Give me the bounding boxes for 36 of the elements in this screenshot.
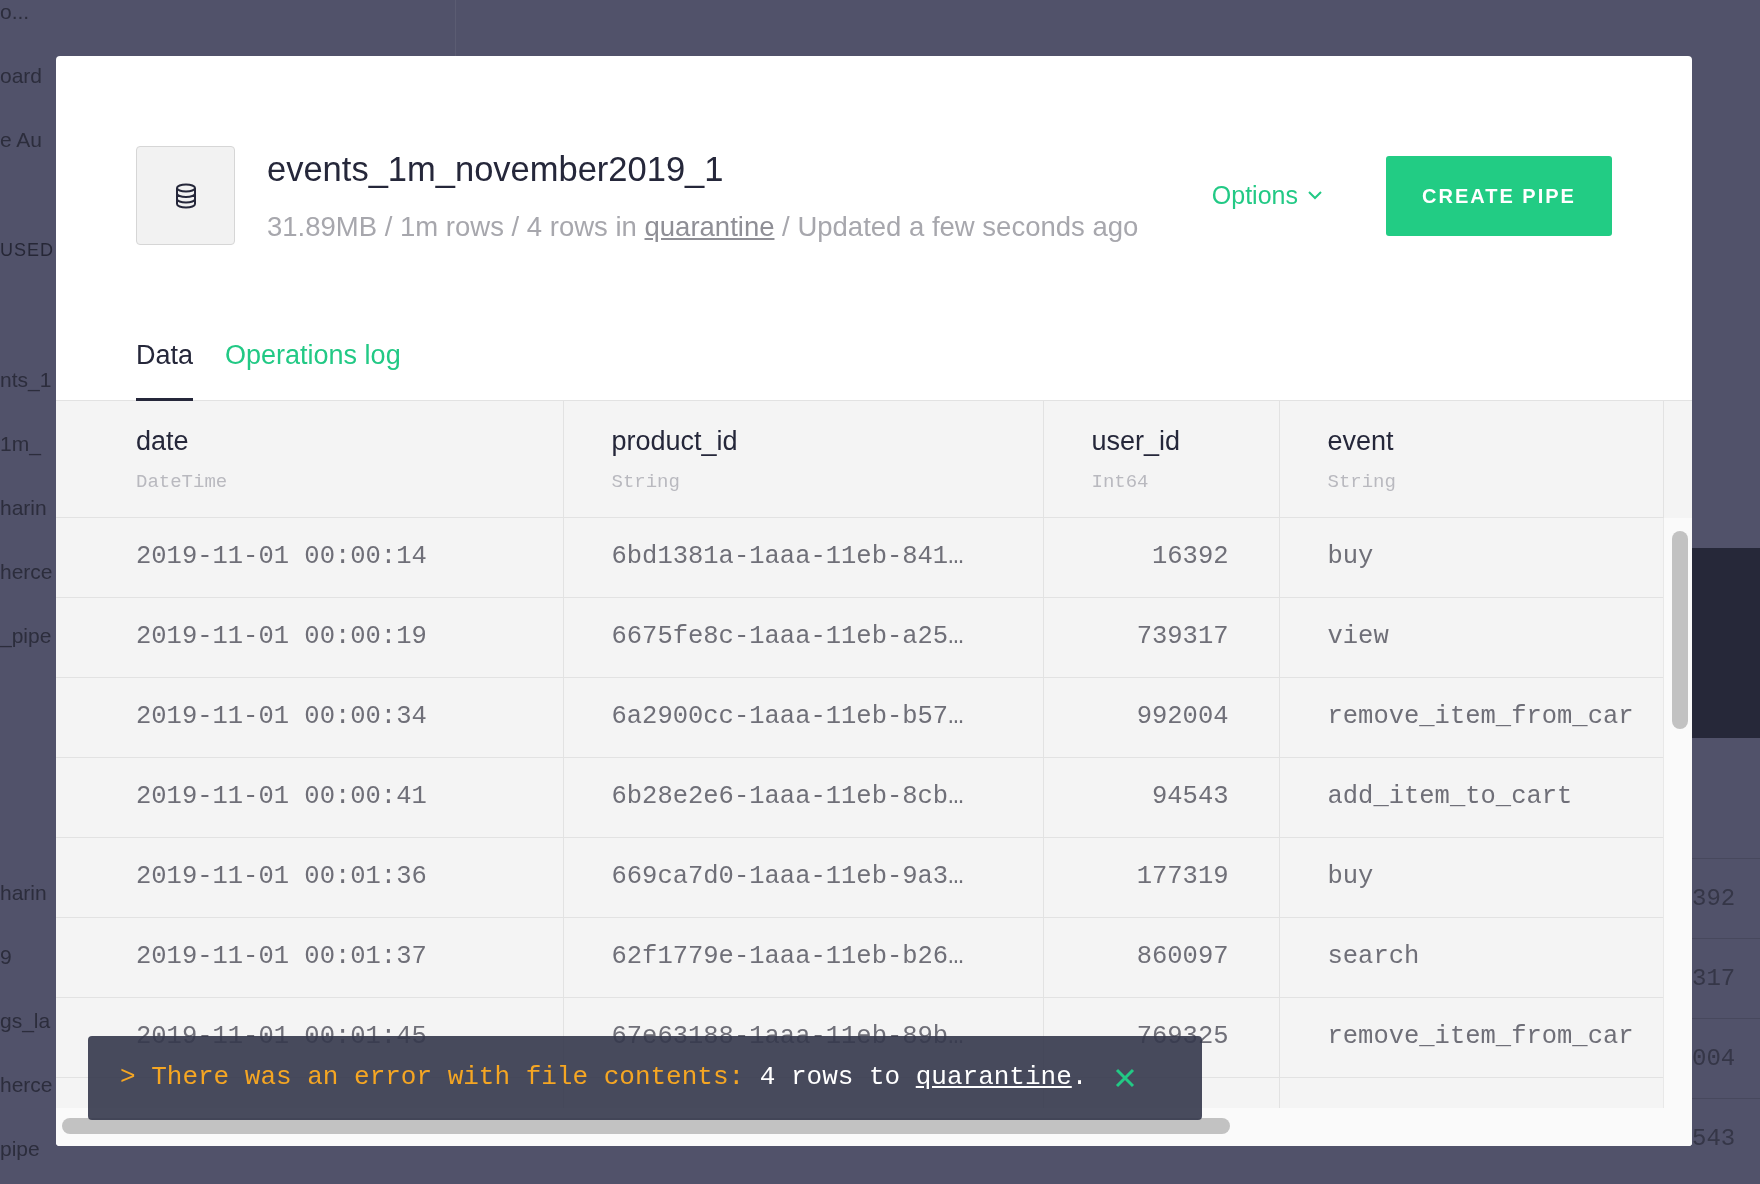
column-type: DateTime: [136, 469, 229, 495]
table-cell: 669ca7d0-1aaa-11eb-9a3…: [563, 837, 1043, 918]
table-cell: 2019-11-01 00:00:34: [56, 677, 563, 758]
column-header: user_id: [1091, 425, 1182, 459]
table-cell: 6b28e2e6-1aaa-11eb-8cb…: [563, 757, 1043, 838]
table-cell: 6a2900cc-1aaa-11eb-b57…: [563, 677, 1043, 758]
table-cell: 62f1779e-1aaa-11eb-b26…: [563, 917, 1043, 998]
table-cell: 2019-11-01 00:00:41: [56, 757, 563, 838]
table-cell: 739317: [1043, 597, 1279, 678]
column-header: date: [136, 425, 190, 459]
datasource-title: events_1m_november2019_1: [267, 149, 725, 190]
table-cell: 177319: [1043, 837, 1279, 918]
table-cell: 2019-11-01 00:00:19: [56, 597, 563, 678]
table-cell: 2019-11-01 00:01:36: [56, 837, 563, 918]
column-type: String: [611, 469, 681, 495]
database-icon: [136, 146, 235, 245]
table-cell: 16392: [1043, 517, 1279, 598]
table-cell: 992004: [1043, 677, 1279, 758]
table-cell: 6bd1381a-1aaa-11eb-841…: [563, 517, 1043, 598]
chevron-down-icon: [1308, 191, 1322, 200]
column-header: event: [1327, 425, 1395, 459]
column-header: product_id: [611, 425, 739, 459]
vertical-scrollbar[interactable]: [1672, 530, 1688, 729]
tab[interactable]: Operations log: [225, 335, 401, 401]
table-cell: 860097: [1043, 917, 1279, 998]
datasource-meta: 31.89MB / 1m rows / 4 rows in quarantine / Updated a few seconds ago: [267, 209, 1140, 244]
column-type: String: [1327, 469, 1397, 495]
quarantine-link[interactable]: quarantine: [644, 210, 775, 242]
table-cell: 94543: [1043, 757, 1279, 838]
close-icon[interactable]: [1115, 1067, 1136, 1088]
table-cell: 2019-11-01 00:01:37: [56, 917, 563, 998]
options-dropdown[interactable]: Options: [1211, 176, 1322, 215]
create-pipe-button[interactable]: CREATE PIPE: [1386, 155, 1612, 236]
table-cell: 6675fe8c-1aaa-11eb-a25…: [563, 597, 1043, 678]
column-type: Int64: [1091, 469, 1150, 495]
table-cell: 2019-11-01 00:00:14: [56, 517, 563, 598]
